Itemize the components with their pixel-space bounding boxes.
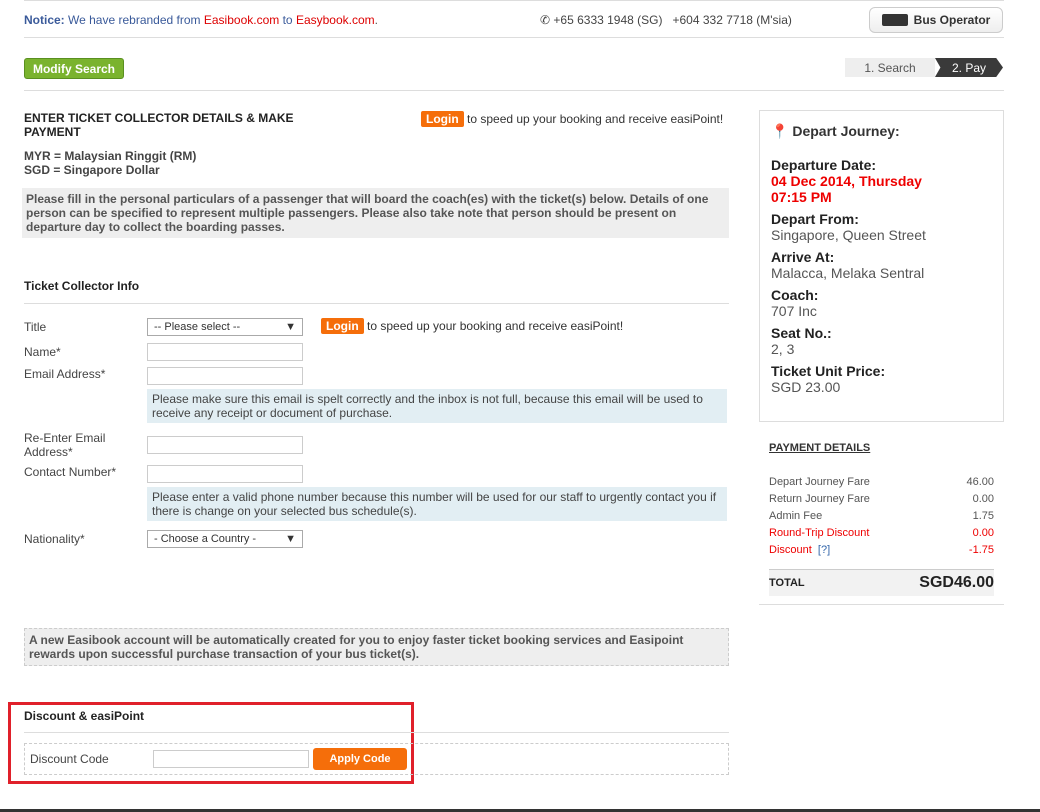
new-brand-link[interactable]: Easybook.com bbox=[296, 13, 375, 27]
depart-from: Singapore, Queen Street bbox=[771, 227, 926, 243]
dropdown-arrow-icon: ▼ bbox=[285, 533, 296, 545]
total-row: TOTAL SGD46.00 bbox=[769, 569, 994, 596]
title-select[interactable]: -- Please select -- ▼ bbox=[147, 318, 303, 336]
email-input[interactable] bbox=[147, 367, 303, 385]
apply-code-button[interactable]: Apply Code bbox=[313, 748, 407, 770]
login-prompt: Login to speed up your booking and recei… bbox=[421, 111, 723, 127]
nationality-label: Nationality* bbox=[24, 532, 85, 546]
coach: 707 Inc bbox=[771, 303, 817, 319]
rebrand-notice: Notice: We have rebranded from Easibook.… bbox=[24, 13, 378, 27]
login-prompt-form: Login to speed up your booking and recei… bbox=[321, 318, 623, 334]
journey-summary: 📍 Depart Journey: Departure Date: 04 Dec… bbox=[759, 110, 1004, 422]
reemail-input[interactable] bbox=[147, 436, 303, 454]
phone-icon: ✆ bbox=[540, 13, 551, 27]
date-label: Departure Date: bbox=[771, 157, 877, 173]
booking-steps: 1. Search 2. Pay bbox=[845, 58, 1003, 77]
from-label: Depart From: bbox=[771, 211, 859, 227]
seat-no: 2, 3 bbox=[771, 341, 795, 357]
account-note: A new Easibook account will be automatic… bbox=[24, 628, 729, 666]
reemail-label: Re-Enter Email Address* bbox=[24, 431, 106, 459]
discount-heading: Discount & easiPoint bbox=[24, 709, 145, 723]
price-label: Ticket Unit Price: bbox=[771, 363, 886, 379]
modify-search-button[interactable]: Modify Search bbox=[24, 58, 124, 79]
title-label: Title bbox=[24, 320, 47, 334]
arrive-at: Malacca, Melaka Sentral bbox=[771, 265, 925, 281]
discount-code-label: Discount Code bbox=[30, 752, 109, 766]
step-search[interactable]: 1. Search bbox=[845, 58, 935, 77]
coach-label: Coach: bbox=[771, 287, 819, 303]
payment-row: Depart Journey Fare 46.00 bbox=[769, 476, 994, 488]
payment-row: Round-Trip Discount 0.00 bbox=[769, 527, 994, 539]
name-input[interactable] bbox=[147, 343, 303, 361]
old-brand-link[interactable]: Easibook.com bbox=[204, 13, 279, 27]
discount-code-input[interactable] bbox=[153, 750, 309, 768]
ticket-collector-heading: Ticket Collector Info bbox=[24, 279, 140, 293]
payment-row: Admin Fee 1.75 bbox=[769, 510, 994, 522]
dropdown-arrow-icon: ▼ bbox=[285, 321, 296, 333]
step-pay: 2. Pay bbox=[935, 58, 1003, 77]
contact-input[interactable] bbox=[147, 465, 303, 483]
currency-note-myr: MYR = Malaysian Ringgit (RM) bbox=[24, 149, 197, 163]
name-label: Name* bbox=[24, 345, 61, 359]
payment-row: Return Journey Fare 0.00 bbox=[769, 493, 994, 505]
instructions: Please fill in the personal particulars … bbox=[22, 188, 729, 238]
to-label: Arrive At: bbox=[771, 249, 835, 265]
departure-date: 04 Dec 2014, Thursday bbox=[771, 173, 922, 189]
bus-operator-button[interactable]: Bus Operator bbox=[869, 7, 1003, 33]
nationality-select[interactable]: - Choose a Country - ▼ bbox=[147, 530, 303, 548]
departure-time: 07:15 PM bbox=[771, 189, 832, 205]
map-pin-icon: 📍 bbox=[771, 123, 789, 139]
currency-note-sgd: SGD = Singapore Dollar bbox=[24, 163, 160, 177]
contact-phones: ✆ +65 6333 1948 (SG) +604 332 7718 (M'si… bbox=[540, 13, 792, 27]
contact-label: Contact Number* bbox=[24, 465, 117, 479]
discount-help-link[interactable]: [?] bbox=[818, 544, 830, 556]
page-title: ENTER TICKET COLLECTOR DETAILS & MAKE PA… bbox=[24, 111, 294, 139]
bus-icon bbox=[881, 14, 908, 26]
payment-row: Discount [?] -1.75 bbox=[769, 544, 994, 556]
login-button-form[interactable]: Login bbox=[321, 318, 364, 334]
unit-price: SGD 23.00 bbox=[771, 379, 841, 395]
seat-label: Seat No.: bbox=[771, 325, 832, 341]
payment-title: PAYMENT DETAILS bbox=[769, 442, 871, 454]
login-button[interactable]: Login bbox=[421, 111, 464, 127]
email-label: Email Address* bbox=[24, 367, 106, 381]
email-note: Please make sure this email is spelt cor… bbox=[147, 389, 727, 423]
contact-note: Please enter a valid phone number becaus… bbox=[147, 487, 727, 521]
payment-details: PAYMENT DETAILS Depart Journey Fare 46.00… bbox=[769, 442, 994, 596]
